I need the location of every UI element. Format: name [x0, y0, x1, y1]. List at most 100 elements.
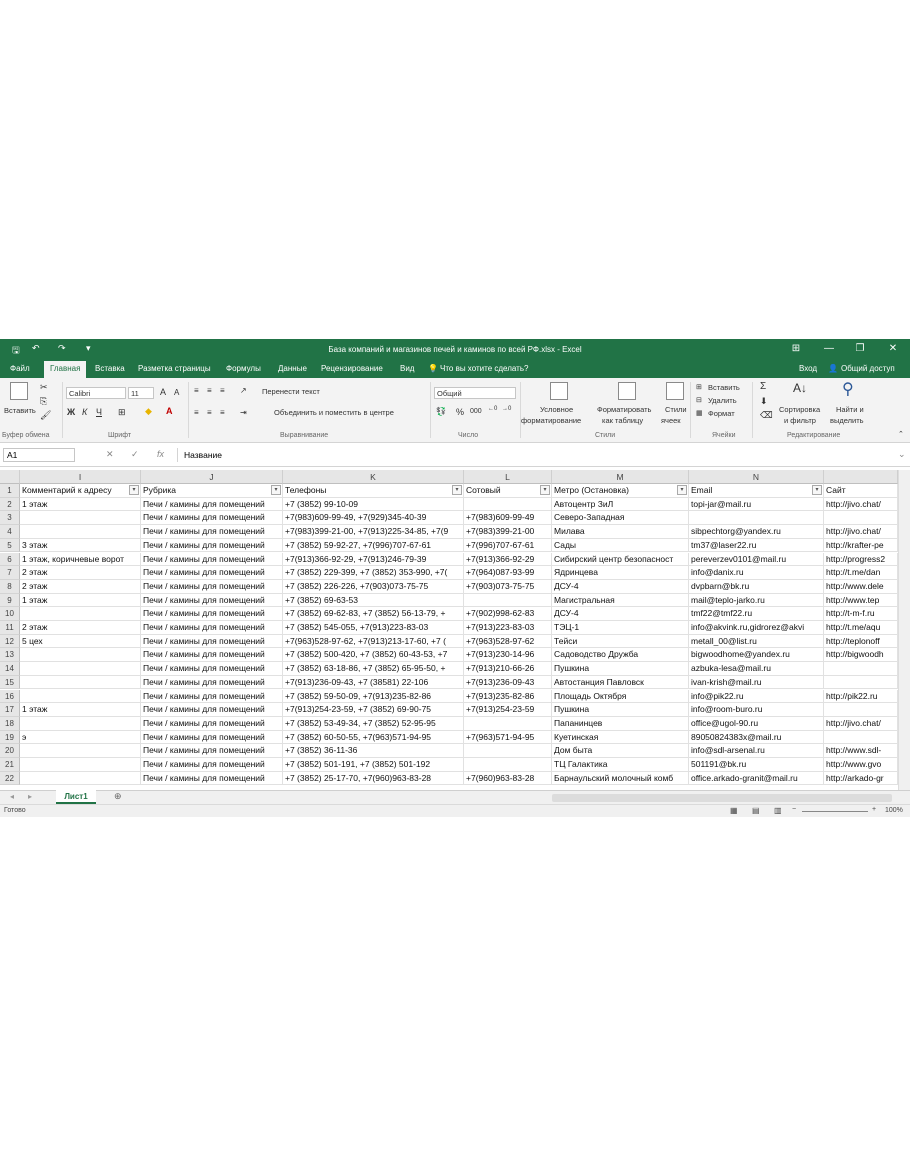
table-cell[interactable] [20, 689, 141, 704]
table-cell[interactable]: 1 этаж, коричневые ворот [20, 552, 141, 567]
table-cell[interactable]: http://jivo.chat/ [824, 525, 898, 539]
table-cell[interactable]: +7 (3852) 25-17-70, +7(960)963-83-28 [283, 771, 464, 786]
table-cell[interactable]: tmf22@tmf22.ru [689, 607, 824, 621]
table-cell[interactable]: Площадь Октября [552, 689, 689, 704]
tab-page-layout[interactable]: Разметка страницы [138, 364, 211, 373]
table-cell[interactable]: ivan-krish@mail.ru [689, 675, 824, 690]
table-cell[interactable]: Северо-Западная [552, 511, 689, 526]
header-cell[interactable]: Сотовый ▾ [464, 484, 552, 498]
table-cell[interactable]: sibpechtorg@yandex.ru [689, 525, 824, 539]
row-header[interactable]: 10 [0, 607, 20, 621]
clipboard-icon[interactable] [10, 382, 28, 400]
clear-icon[interactable]: ⌫ [760, 410, 773, 421]
table-cell[interactable]: http://t.me/dan [824, 566, 898, 580]
table-cell[interactable]: +7(983)399-21-00, +7(913)225-34-85, +7(9 [283, 525, 464, 539]
table-cell[interactable]: э [20, 730, 141, 745]
table-cell[interactable]: +7 (3852) 500-420, +7 (3852) 60-43-53, +… [283, 648, 464, 663]
table-cell[interactable]: Печи / камины для помещений [141, 497, 283, 512]
row-header[interactable]: 19 [0, 730, 20, 745]
insert-cells-button[interactable]: Вставить [708, 383, 740, 392]
font-color-icon[interactable]: A [166, 406, 173, 416]
paste-button[interactable]: Вставить [4, 406, 36, 415]
zoom-slider[interactable] [802, 811, 868, 812]
filter-dropdown-icon[interactable]: ▾ [812, 485, 822, 495]
table-cell[interactable]: http://krafter-pe [824, 538, 898, 553]
table-cell[interactable]: +7 (3852) 60-50-55, +7(963)571-94-95 [283, 730, 464, 745]
currency-icon[interactable]: 💱 [436, 407, 446, 416]
column-header[interactable]: J [141, 470, 283, 484]
horizontal-scrollbar[interactable] [552, 794, 892, 802]
table-cell[interactable]: http://arkado-gr [824, 771, 898, 786]
font-name-select[interactable]: Calibri [66, 387, 126, 399]
table-cell[interactable]: Ядринцева [552, 566, 689, 580]
sort-filter-label-1[interactable]: Сортировка [779, 405, 820, 414]
table-cell[interactable]: metall_00@list.ru [689, 634, 824, 649]
table-cell[interactable] [20, 744, 141, 758]
table-cell[interactable]: tm37@laser22.ru [689, 538, 824, 553]
table-cell[interactable] [20, 771, 141, 786]
row-header[interactable]: 9 [0, 593, 20, 608]
table-cell[interactable] [824, 703, 898, 717]
row-header[interactable]: 20 [0, 744, 20, 758]
table-cell[interactable]: http://t-m-f.ru [824, 607, 898, 621]
table-cell[interactable]: +7(983)399-21-00 [464, 525, 552, 539]
column-header[interactable] [824, 470, 898, 484]
table-cell[interactable]: Дом быта [552, 744, 689, 758]
table-cell[interactable] [20, 511, 141, 526]
table-cell[interactable]: +7(983)609-99-49 [464, 511, 552, 526]
formula-input[interactable]: Название [177, 448, 907, 462]
table-cell[interactable]: Печи / камины для помещений [141, 662, 283, 676]
copy-icon[interactable]: ⎘ [40, 396, 47, 407]
grow-font-icon[interactable]: A [160, 387, 166, 397]
column-header[interactable]: I [20, 470, 141, 484]
filter-dropdown-icon[interactable]: ▾ [129, 485, 139, 495]
increase-decimal-icon[interactable]: ←0 [488, 406, 497, 412]
tell-me-box[interactable]: Что вы хотите сделать? [440, 364, 528, 373]
cut-icon[interactable]: ✂ [40, 382, 48, 393]
fill-icon[interactable]: ⬇ [760, 396, 768, 407]
table-cell[interactable] [464, 716, 552, 731]
format-as-table-label-1[interactable]: Форматировать [597, 405, 651, 414]
table-cell[interactable] [20, 607, 141, 621]
align-middle-icon[interactable]: ≡ [207, 386, 212, 395]
sort-filter-icon[interactable]: A↓ [793, 381, 807, 395]
table-cell[interactable]: http://t.me/aqu [824, 621, 898, 635]
zoom-level[interactable]: 100% [885, 807, 903, 814]
table-cell[interactable]: http://www.sdl- [824, 744, 898, 758]
table-cell[interactable] [20, 675, 141, 690]
row-header[interactable]: 11 [0, 621, 20, 635]
column-header[interactable]: M [552, 470, 689, 484]
table-cell[interactable]: http://progress2 [824, 552, 898, 567]
table-cell[interactable]: +7 (3852) 99-10-09 [283, 497, 464, 512]
header-cell[interactable]: Email ▾ [689, 484, 824, 498]
row-header[interactable]: 18 [0, 716, 20, 731]
table-cell[interactable]: Печи / камины для помещений [141, 634, 283, 649]
table-cell[interactable]: Барнаульский молочный комб [552, 771, 689, 786]
table-cell[interactable]: Печи / камины для помещений [141, 716, 283, 731]
table-cell[interactable]: Садоводство Дружба [552, 648, 689, 663]
table-cell[interactable]: http://jivo.chat/ [824, 497, 898, 512]
table-cell[interactable]: http://pik22.ru [824, 689, 898, 704]
table-cell[interactable]: office.arkado-granit@mail.ru [689, 771, 824, 786]
table-cell[interactable]: Сибирский центр безопасност [552, 552, 689, 567]
row-header[interactable]: 2 [0, 497, 20, 512]
table-cell[interactable]: info@pik22.ru [689, 689, 824, 704]
align-top-icon[interactable]: ≡ [194, 386, 199, 395]
table-cell[interactable]: +7 (3852) 69-63-53 [283, 593, 464, 608]
table-cell[interactable]: +7(913)230-14-96 [464, 648, 552, 663]
find-select-label-2[interactable]: выделить [830, 416, 864, 425]
tab-review[interactable]: Рецензирование [321, 364, 383, 373]
table-cell[interactable]: Печи / камины для помещений [141, 744, 283, 758]
table-cell[interactable] [824, 675, 898, 690]
wrap-text-button[interactable]: Перенести текст [262, 387, 320, 396]
cancel-icon[interactable]: ✕ [106, 449, 114, 460]
tab-formulas[interactable]: Формулы [226, 364, 261, 373]
table-cell[interactable]: Куетинская [552, 730, 689, 745]
table-cell[interactable]: 2 этаж [20, 621, 141, 635]
table-cell[interactable] [20, 758, 141, 772]
align-bottom-icon[interactable]: ≡ [220, 386, 225, 395]
font-size-select[interactable]: 11 [128, 387, 154, 399]
underline-button[interactable]: Ч [96, 407, 102, 417]
header-cell[interactable]: Телефоны ▾ [283, 484, 464, 498]
table-cell[interactable]: 501191@bk.ru [689, 758, 824, 772]
